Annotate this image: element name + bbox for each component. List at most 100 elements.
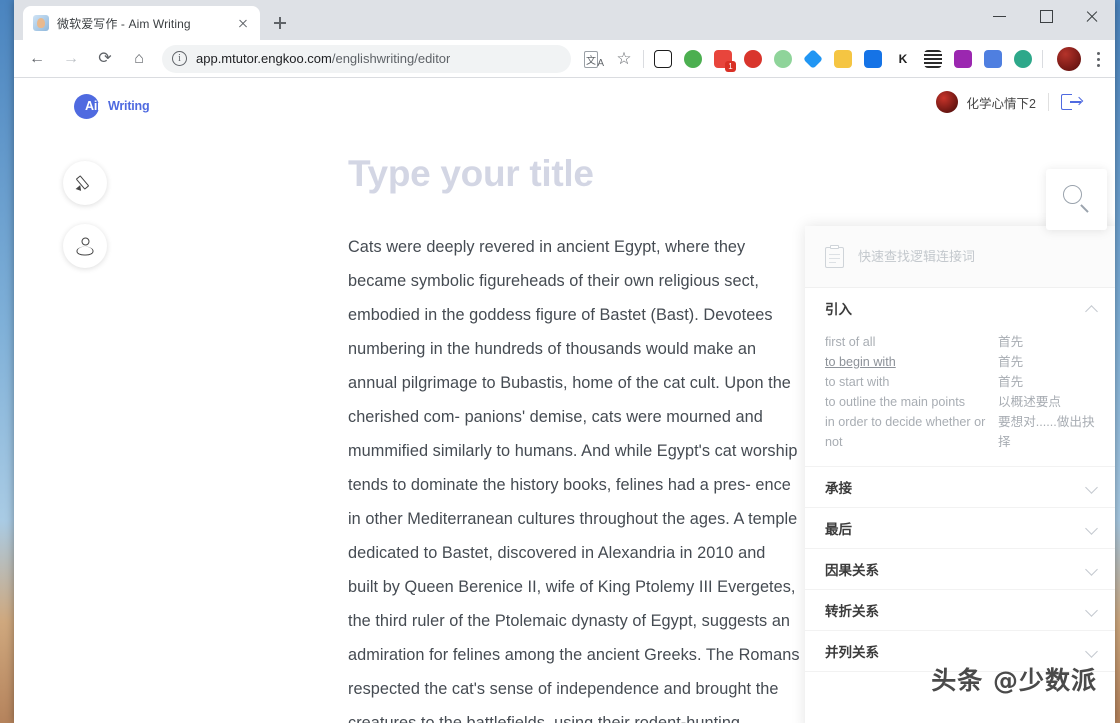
category-block: 最后: [805, 508, 1115, 549]
category-block: 转折关系: [805, 590, 1115, 631]
address-bar[interactable]: i app.mtutor.engkoo.com/englishwriting/e…: [162, 44, 571, 73]
phrase-row[interactable]: to start with 首先: [825, 372, 1098, 392]
browser-window: 微软爱写作 - Aim Writing ← → ⟳ ⌂ i app.mtutor…: [14, 0, 1115, 723]
phrase-english[interactable]: to outline the main points: [825, 392, 998, 412]
home-icon: ⌂: [134, 49, 144, 67]
user-name: 化学心情下2: [966, 96, 1036, 111]
chevron-down-icon[interactable]: [1085, 604, 1098, 617]
reload-button[interactable]: ⟳: [90, 44, 120, 74]
phrase-english[interactable]: to begin with: [825, 352, 998, 372]
forward-button[interactable]: →: [56, 44, 86, 74]
document-body[interactable]: Cats were deeply revered in ancient Egyp…: [348, 230, 800, 723]
purple-app-icon[interactable]: [952, 48, 974, 70]
phrase-english[interactable]: in order to decide whether or not: [825, 412, 998, 452]
phrase-row[interactable]: first of all 首先: [825, 332, 1098, 352]
category-header[interactable]: 转折关系: [805, 590, 1115, 630]
green-circle-icon[interactable]: [772, 48, 794, 70]
url-host: app.mtutor.engkoo.com: [196, 51, 332, 66]
search-icon-handle: [1080, 204, 1089, 213]
avatar[interactable]: [935, 91, 958, 113]
search-icon-button[interactable]: [1046, 169, 1107, 230]
phrase-chinese: 首先: [998, 375, 1024, 389]
search-icon: [1063, 185, 1082, 204]
close-icon[interactable]: [234, 14, 252, 32]
divider: [1048, 93, 1049, 111]
user-area: 化学心情下2: [935, 91, 1084, 113]
maximize-button[interactable]: [1023, 0, 1069, 32]
app-logo[interactable]: AimWriting: [74, 93, 150, 119]
category-header[interactable]: 因果关系: [805, 549, 1115, 589]
home-button[interactable]: ⌂: [124, 44, 154, 74]
category-header[interactable]: 承接: [805, 467, 1115, 507]
browser-menu-button[interactable]: [1087, 46, 1109, 72]
window-controls: [977, 0, 1115, 40]
chevron-down-icon[interactable]: [1085, 563, 1098, 576]
phrase-chinese: 以概述要点: [998, 395, 1061, 409]
document-editor[interactable]: Type your title Cats were deeply revered…: [348, 155, 800, 723]
category-block: 因果关系: [805, 549, 1115, 590]
category-block: 承接: [805, 467, 1115, 508]
category-title: 承接: [825, 481, 852, 496]
profile-avatar[interactable]: [1057, 46, 1081, 71]
browser-tab[interactable]: 微软爱写作 - Aim Writing: [23, 6, 260, 40]
chevron-down-icon[interactable]: [1085, 481, 1098, 494]
clipboard-icon: [825, 245, 844, 268]
browser-title-bar: 微软爱写作 - Aim Writing: [14, 0, 1115, 40]
category-title: 转折关系: [825, 604, 879, 619]
phrase-row[interactable]: to outline the main points 以概述要点: [825, 392, 1098, 412]
chevron-down-icon[interactable]: [1085, 522, 1098, 535]
left-rail: [63, 161, 107, 287]
person-icon: [76, 237, 95, 256]
category-header[interactable]: 引入: [805, 288, 1115, 328]
mail-icon[interactable]: 1: [712, 48, 736, 72]
bookmark-star-icon[interactable]: [613, 48, 635, 70]
chevron-up-icon[interactable]: [1085, 305, 1098, 318]
category-title: 并列关系: [825, 645, 879, 660]
site-info-icon[interactable]: i: [172, 51, 187, 66]
category-header[interactable]: 最后: [805, 508, 1115, 548]
edit-button[interactable]: [63, 161, 107, 205]
back-arrow-icon: ←: [29, 49, 45, 67]
url-text: app.mtutor.engkoo.com/englishwriting/edi…: [196, 51, 450, 66]
qrcode-icon[interactable]: [922, 48, 944, 70]
connectives-panel: 引入first of all首先to begin with首先to start …: [805, 226, 1115, 723]
category-block: 引入 first of all 首先 to begin with 首先 to start …: [805, 288, 1115, 467]
adblock-icon[interactable]: [742, 48, 764, 70]
kami-icon[interactable]: K: [892, 48, 914, 70]
translate-icon[interactable]: [583, 48, 605, 70]
phrase-row[interactable]: in order to decide whether or not 要想对....…: [825, 412, 1098, 452]
chevron-down-icon[interactable]: [1085, 645, 1098, 658]
window-close-button[interactable]: [1069, 0, 1115, 32]
phrase-chinese: 首先: [998, 335, 1024, 349]
category-list: 引入 first of all 首先 to begin with 首先 to start …: [805, 288, 1115, 672]
teal-app-icon[interactable]: [1012, 48, 1034, 70]
keyboard-icon[interactable]: [832, 48, 854, 70]
toolbar-divider-2: [1042, 49, 1043, 68]
app-header: AimWriting 化学心情下2: [14, 79, 1115, 123]
search-input[interactable]: [858, 249, 1098, 264]
pencil-icon: [75, 174, 95, 193]
back-button[interactable]: ←: [22, 44, 52, 74]
evernote-icon[interactable]: [682, 48, 704, 70]
phrase-row[interactable]: to begin with 首先: [825, 352, 1098, 372]
phrase-english[interactable]: first of all: [825, 332, 998, 352]
trello-icon[interactable]: [862, 48, 884, 70]
panel-search-row[interactable]: [805, 226, 1115, 288]
new-tab-button[interactable]: [266, 9, 294, 37]
phrase-english[interactable]: to start with: [825, 372, 998, 392]
notion-icon[interactable]: [652, 48, 674, 70]
reload-icon: ⟳: [98, 49, 112, 67]
account-button[interactable]: [63, 224, 107, 268]
phrase-chinese: 首先: [998, 355, 1024, 369]
logout-icon[interactable]: [1061, 94, 1084, 110]
browser-toolbar: ← → ⟳ ⌂ i app.mtutor.engkoo.com/englishw…: [14, 40, 1115, 78]
category-title: 引入: [825, 302, 852, 317]
category-body: first of all 首先 to begin with 首先 to start wi…: [805, 328, 1115, 466]
minimize-button[interactable]: [977, 0, 1023, 32]
blue-app-icon[interactable]: [982, 48, 1004, 70]
title-input[interactable]: Type your title: [348, 155, 800, 192]
mail-badge: 1: [725, 60, 736, 72]
tab-title: 微软爱写作 - Aim Writing: [57, 16, 191, 31]
diamond-icon[interactable]: [802, 48, 824, 70]
forward-arrow-icon: →: [63, 49, 79, 67]
